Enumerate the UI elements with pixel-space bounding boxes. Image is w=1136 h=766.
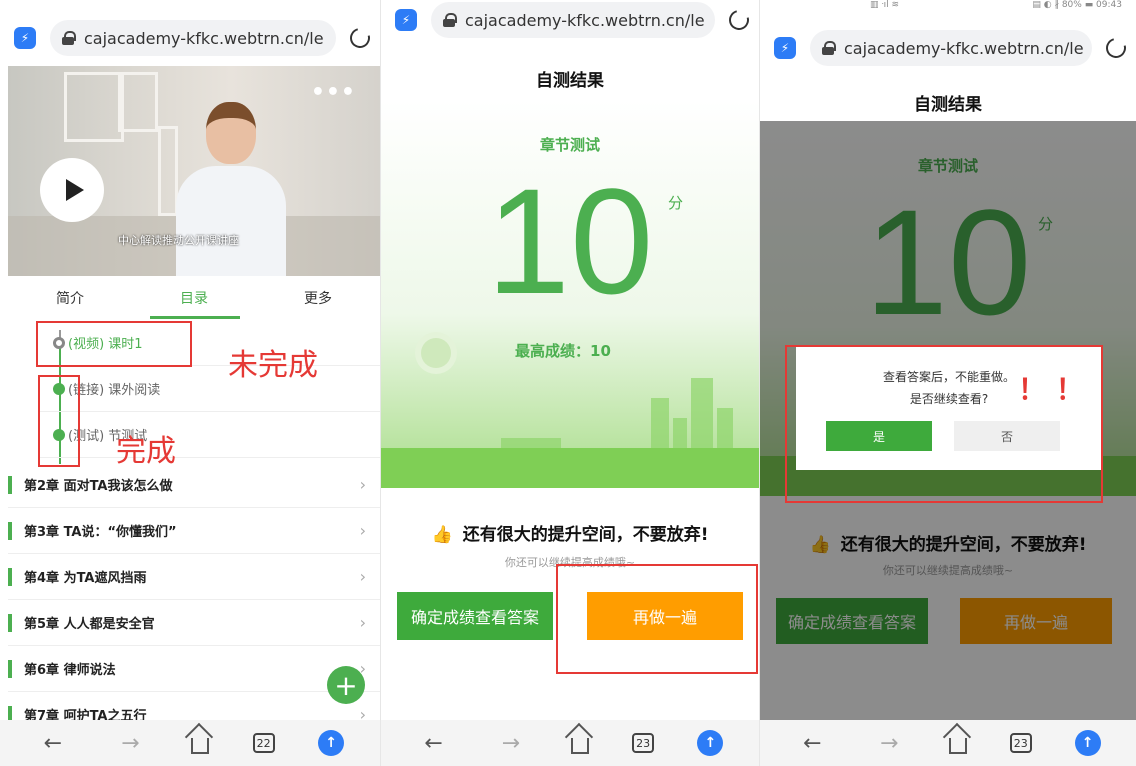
forward-arrow-icon[interactable]: → xyxy=(872,731,906,756)
score-value: 10 xyxy=(486,157,654,325)
url-field[interactable]: cajacademy-kfkc.webtrn.cn/le xyxy=(810,30,1092,66)
lock-icon xyxy=(822,41,836,55)
home-icon[interactable] xyxy=(190,738,209,754)
annotation-box-incomplete xyxy=(36,321,192,367)
background-shelf xyxy=(64,72,124,142)
result-dialog-panel: ▥ ᐧıl ≋ ▤ ◐ ∦ 80% ▬ 09:43 ⚡ cajacademy-k… xyxy=(760,0,1136,766)
chapter-row[interactable]: 第3章 TA说：“你懂我们” › xyxy=(8,508,380,554)
browser-bottom-nav: ← → 23 ↑ xyxy=(381,720,759,766)
page-title: 自测结果 xyxy=(914,95,982,115)
annotation-box-dialog xyxy=(785,345,1103,503)
chapter-title: 第3章 TA说：“你懂我们” xyxy=(24,525,177,540)
lesson-item[interactable]: (测试) 节测试 xyxy=(40,412,380,458)
thumbs-up-icon: 👍 xyxy=(431,525,453,545)
lock-icon xyxy=(62,31,76,45)
home-icon[interactable] xyxy=(948,738,967,754)
encourage-text: 还有很大的提升空间，不要放弃! xyxy=(462,525,709,545)
lesson-item[interactable]: (链接) 课外阅读 xyxy=(40,366,380,412)
home-icon[interactable] xyxy=(570,738,589,754)
forward-arrow-icon[interactable]: → xyxy=(113,731,147,756)
chevron-right-icon: › xyxy=(359,567,366,586)
annotation-incomplete-label: 未完成 xyxy=(228,348,318,383)
page-title: 自测结果 xyxy=(536,71,604,91)
chapter-row[interactable]: 第4章 为TA遮风挡雨 › xyxy=(8,554,380,600)
chapter-marker xyxy=(8,521,12,540)
chevron-right-icon: › xyxy=(359,475,366,494)
chapter-marker xyxy=(8,567,12,586)
encourage-message: 👍 还有很大的提升空间，不要放弃! xyxy=(381,520,759,545)
city-skyline-decoration xyxy=(381,358,759,488)
result-card: 章节测试 10 分 最高成绩：10 xyxy=(381,100,759,488)
chapter-title: 第5章 人人都是安全官 xyxy=(24,617,155,632)
section-title: 章节测试 xyxy=(539,136,600,154)
browser-app-icon[interactable]: ⚡ xyxy=(14,27,36,49)
forward-arrow-icon[interactable]: → xyxy=(494,731,528,756)
url-field[interactable]: cajacademy-kfkc.webtrn.cn/le xyxy=(431,2,715,38)
browser-bottom-nav: ← → 23 ↑ xyxy=(760,720,1136,766)
url-field[interactable]: cajacademy-kfkc.webtrn.cn/le xyxy=(50,20,336,56)
address-bar: ⚡ cajacademy-kfkc.webtrn.cn/le xyxy=(760,16,1136,80)
browser-app-icon[interactable]: ⚡ xyxy=(774,37,796,59)
chapter-row[interactable]: 第2章 面对TA我该怎么做 › xyxy=(8,462,380,508)
chapter-title: 第6章 律师说法 xyxy=(24,663,116,678)
back-arrow-icon[interactable]: ← xyxy=(417,731,451,756)
video-caption: 中心解读推动公开课讲座 xyxy=(118,234,239,247)
ground-band xyxy=(381,448,759,488)
score-unit: 分 xyxy=(668,194,684,212)
confirm-view-answers-button[interactable]: 确定成绩查看答案 xyxy=(397,592,553,640)
lesson-label: (链接) 课外阅读 xyxy=(68,383,161,398)
upload-icon[interactable]: ↑ xyxy=(318,730,345,756)
add-floating-button[interactable]: + xyxy=(327,666,365,704)
tab-catalogue[interactable]: 目录 xyxy=(180,288,208,308)
reload-icon[interactable] xyxy=(1102,34,1130,62)
reload-icon[interactable] xyxy=(346,24,374,52)
browser-bottom-nav: ← → 22 ↑ xyxy=(0,720,380,766)
chapter-row[interactable]: 第5章 人人都是安全官 › xyxy=(8,600,380,646)
signal-status: ▥ ᐧıl ≋ xyxy=(870,0,900,10)
active-tab-indicator xyxy=(150,316,240,319)
background-shelf xyxy=(158,126,178,216)
background-shelf xyxy=(118,72,158,132)
chapter-marker xyxy=(8,659,12,678)
play-button[interactable] xyxy=(40,158,104,222)
tab-count-button[interactable]: 23 xyxy=(1009,733,1032,753)
course-tabs: 简介 目录 更多 xyxy=(0,276,380,320)
course-page-panel: ⚡ cajacademy-kfkc.webtrn.cn/le ••• 中心解读推… xyxy=(0,0,380,766)
url-text: cajacademy-kfkc.webtrn.cn/le xyxy=(844,38,1084,58)
chevron-right-icon: › xyxy=(359,521,366,540)
address-bar: ⚡ cajacademy-kfkc.webtrn.cn/le xyxy=(0,6,380,70)
chapter-marker xyxy=(8,613,12,632)
more-options-icon[interactable]: ••• xyxy=(311,80,356,105)
tab-more[interactable]: 更多 xyxy=(304,288,332,308)
battery-time-status: ▤ ◐ ∦ 80% ▬ 09:43 xyxy=(1032,0,1122,10)
chapter-marker xyxy=(8,475,12,494)
presenter-body xyxy=(176,166,286,276)
upload-icon[interactable]: ↑ xyxy=(1074,730,1101,756)
url-text: cajacademy-kfkc.webtrn.cn/le xyxy=(84,28,324,48)
annotation-box-retry xyxy=(556,564,758,674)
lock-icon xyxy=(443,13,457,27)
screenshot-collage: ⚡ cajacademy-kfkc.webtrn.cn/le ••• 中心解读推… xyxy=(0,0,1136,766)
chapter-row[interactable]: 第6章 律师说法 › xyxy=(8,646,380,692)
upload-icon[interactable]: ↑ xyxy=(697,730,724,756)
status-bar: ▥ ᐧıl ≋ ▤ ◐ ∦ 80% ▬ 09:43 xyxy=(760,0,1136,14)
tab-intro[interactable]: 简介 xyxy=(56,288,84,308)
video-player[interactable]: ••• 中心解读推动公开课讲座 xyxy=(8,66,380,276)
annotation-box-complete xyxy=(38,375,80,467)
reload-icon[interactable] xyxy=(725,6,753,34)
tab-count-button[interactable]: 22 xyxy=(252,733,275,753)
presenter-head xyxy=(206,102,256,164)
presenter-figure xyxy=(176,102,286,276)
back-arrow-icon[interactable]: ← xyxy=(795,731,829,756)
result-page-panel: ⚡ cajacademy-kfkc.webtrn.cn/le 自测结果 章节测试… xyxy=(381,0,759,766)
back-arrow-icon[interactable]: ← xyxy=(36,731,70,756)
address-bar: ⚡ cajacademy-kfkc.webtrn.cn/le xyxy=(381,0,759,52)
chevron-right-icon: › xyxy=(359,613,366,632)
tab-count-button[interactable]: 23 xyxy=(632,733,655,753)
browser-app-icon[interactable]: ⚡ xyxy=(395,9,417,31)
chapter-title: 第4章 为TA遮风挡雨 xyxy=(24,571,147,586)
url-text: cajacademy-kfkc.webtrn.cn/le xyxy=(465,10,705,30)
chapter-title: 第2章 面对TA我该怎么做 xyxy=(24,479,173,494)
